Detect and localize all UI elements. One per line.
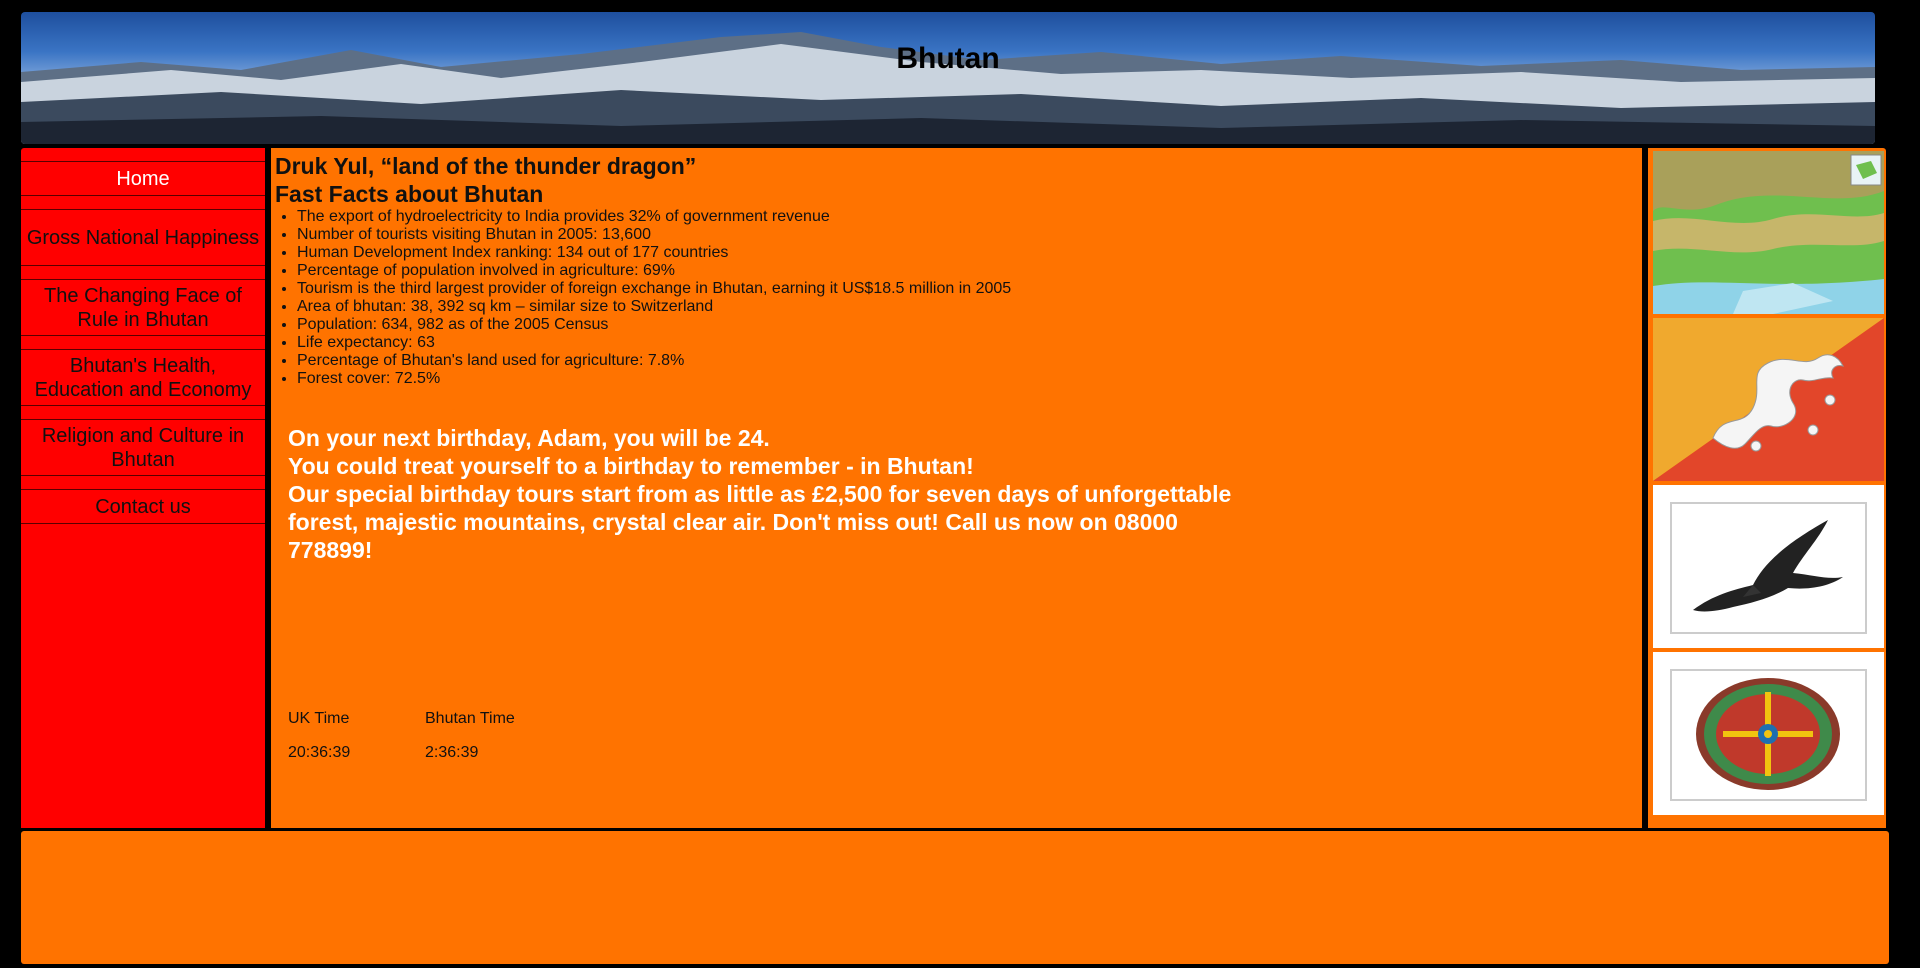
uk-time-label: UK Time (288, 710, 350, 727)
fact-item: The export of hydroelectricity to India … (297, 208, 1638, 226)
fact-item: Tourism is the third largest provider of… (297, 280, 1638, 298)
nav-home[interactable]: Home (21, 161, 265, 196)
nav-changing-face-of-rule[interactable]: The Changing Face of Rule in Bhutan (21, 279, 265, 336)
fact-item: Human Development Index ranking: 134 out… (297, 244, 1638, 262)
promo-line-age: On your next birthday, Adam, you will be… (288, 425, 770, 451)
main-content: Druk Yul, “land of the thunder dragon” F… (271, 148, 1642, 828)
promo-line-treat: You could treat yourself to a birthday t… (288, 453, 974, 479)
fact-item: Percentage of population involved in agr… (297, 262, 1638, 280)
facts-heading: Fast Facts about Bhutan (275, 181, 544, 207)
nav-religion-culture[interactable]: Religion and Culture in Bhutan (21, 419, 265, 476)
sidebar-nav: Home Gross National Happiness The Changi… (21, 148, 265, 828)
site-title: Bhutan (896, 42, 1000, 75)
flag-image (1653, 318, 1884, 481)
facts-list: The export of hydroelectricity to India … (297, 208, 1638, 388)
nav-contact-us[interactable]: Contact us (21, 489, 265, 524)
birthday-promo: On your next birthday, Adam, you will be… (288, 424, 1248, 564)
nav-gross-national-happiness[interactable]: Gross National Happiness (21, 209, 265, 266)
mandala-image (1653, 652, 1884, 815)
bhutan-time-label: Bhutan Time (425, 710, 515, 727)
mountain-banner-image (21, 32, 1875, 144)
fact-item: Area of bhutan: 38, 392 sq km – similar … (297, 298, 1638, 316)
footer (21, 831, 1889, 964)
uk-time-value: 20:36:39 (288, 744, 351, 761)
image-sidebar (1648, 148, 1886, 828)
raven-image (1653, 485, 1884, 648)
fact-item: Number of tourists visiting Bhutan in 20… (297, 226, 1638, 244)
promo-line-offer: Our special birthday tours start from as… (288, 481, 1232, 563)
bhutan-time-value: 2:36:39 (425, 744, 479, 761)
fact-item: Population: 634, 982 as of the 2005 Cens… (297, 316, 1638, 334)
fact-item: Percentage of Bhutan's land used for agr… (297, 352, 1638, 370)
page-heading: Druk Yul, “land of the thunder dragon” (275, 153, 697, 179)
fact-item: Life expectancy: 63 (297, 334, 1638, 352)
map-image (1653, 151, 1884, 314)
nav-health-education-economy[interactable]: Bhutan's Health, Education and Economy (21, 349, 265, 406)
header-banner: Bhutan (21, 12, 1875, 144)
fact-item: Forest cover: 72.5% (297, 370, 1638, 388)
